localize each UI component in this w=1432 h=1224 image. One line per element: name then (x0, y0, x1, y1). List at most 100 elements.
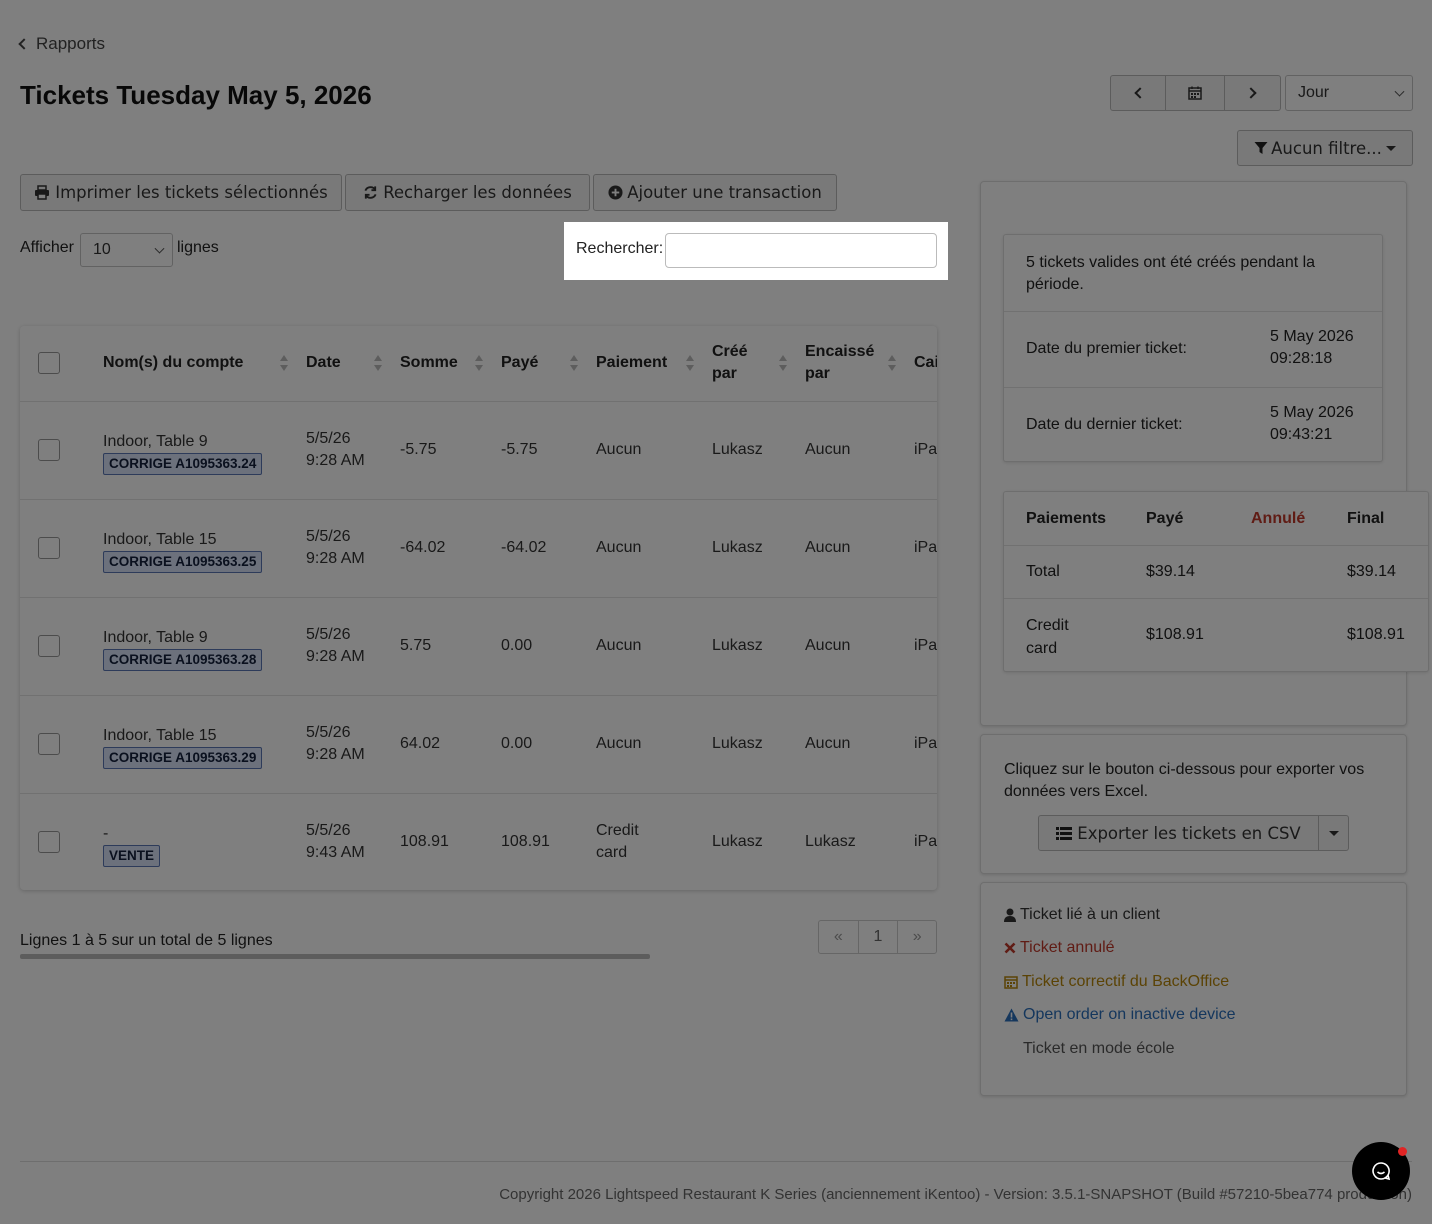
column-header-payment[interactable]: Paiement (586, 326, 702, 401)
ticket-cashed-by: Aucun (795, 498, 904, 597)
calendar-icon (1188, 86, 1202, 100)
legend-inactive-device: Open order on inactive device (1004, 1006, 1236, 1024)
column-header-amount[interactable]: Somme (390, 326, 491, 401)
ticket-register: iPad (904, 792, 937, 890)
calendar-button[interactable] (1165, 75, 1225, 111)
pagination-page-1[interactable]: 1 (859, 921, 899, 953)
print-selected-button[interactable]: Imprimer les tickets sélectionnés (20, 174, 342, 211)
ticket-amount: 5.75 (390, 596, 491, 695)
table-row[interactable]: Indoor, Table 15 CORRIGE A1095363.29 5/5/… (20, 694, 937, 793)
select-all-cell (20, 326, 93, 401)
row-checkbox[interactable] (38, 733, 60, 755)
add-transaction-label: Ajouter une transaction (627, 183, 822, 202)
footer-copyright: Copyright 2026 Lightspeed Restaurant K S… (499, 1186, 1412, 1203)
table-row[interactable]: Indoor, Table 9 CORRIGE A1095363.28 5/5/2… (20, 596, 937, 695)
row-checkbox[interactable] (38, 635, 60, 657)
summary-intro: 5 tickets valides ont été créés pendant … (1026, 254, 1316, 293)
add-transaction-button[interactable]: Ajouter une transaction (593, 174, 837, 211)
sort-icon (570, 355, 578, 372)
column-header-register[interactable]: Caisse (904, 326, 937, 401)
caret-down-icon (1385, 145, 1396, 151)
reload-data-button[interactable]: Recharger les données (345, 174, 590, 211)
filter-label: Aucun filtre... (1271, 138, 1382, 158)
column-header-cashed-by[interactable]: Encaissé par (795, 326, 904, 401)
payments-total-row: Total $39.14 $39.14 (1004, 545, 1428, 598)
column-header-account[interactable]: Nom(s) du compte (93, 326, 296, 401)
next-day-button[interactable] (1224, 75, 1281, 111)
ticket-summary-card: 5 tickets valides ont été créés pendant … (1003, 234, 1383, 462)
column-header-date[interactable]: Date (296, 326, 390, 401)
period-select-value: Jour (1298, 84, 1330, 101)
sort-icon (686, 355, 694, 372)
sort-icon (280, 355, 288, 372)
chat-launcher-button[interactable] (1352, 1142, 1410, 1200)
sort-icon (374, 355, 382, 372)
ticket-date: 5/5/26 9:28 AM (306, 528, 365, 567)
ticket-amount: -5.75 (390, 400, 491, 499)
row-checkbox[interactable] (38, 537, 60, 559)
payments-credit-card-final: $108.91 (1347, 626, 1405, 643)
period-select[interactable]: Jour (1285, 75, 1413, 111)
horizontal-scrollbar[interactable] (20, 954, 650, 959)
export-csv-button[interactable]: Exporter les tickets en CSV (1038, 815, 1319, 851)
ticket-register: iPad (904, 400, 937, 499)
plus-circle-icon (608, 185, 623, 200)
payments-header-label: Paiements (1026, 510, 1107, 527)
ticket-created-by: Lukasz (702, 498, 795, 597)
ticket-paid: 108.91 (491, 792, 586, 890)
ticket-cashed-by: Aucun (795, 694, 904, 793)
export-options-toggle[interactable] (1318, 815, 1349, 851)
pagination-next[interactable]: » (898, 921, 936, 953)
ticket-date: 5/5/26 9:28 AM (306, 430, 365, 469)
ticket-payment: Credit card (596, 822, 639, 862)
account-name: Indoor, Table 9 (103, 433, 208, 450)
page-title: Tickets Tuesday May 5, 2026 (20, 80, 372, 110)
search-input[interactable] (665, 233, 937, 268)
first-ticket-label: Date du premier ticket: (1026, 340, 1187, 357)
export-csv-label: Exporter les tickets en CSV (1077, 823, 1301, 843)
legend-backoffice: Ticket correctif du BackOffice (1004, 973, 1229, 991)
ticket-date: 5/5/26 9:28 AM (306, 724, 365, 763)
select-all-checkbox[interactable] (38, 352, 60, 375)
length-prefix: Afficher (20, 239, 74, 256)
chevron-down-icon (1394, 86, 1405, 97)
sort-icon (779, 355, 787, 372)
warning-icon (1004, 1008, 1019, 1022)
chevron-left-icon (1134, 87, 1146, 99)
rows-per-page-select[interactable]: 10 (80, 233, 173, 267)
first-ticket-date: 5 May 2026 (1270, 328, 1354, 345)
table-header-row: Nom(s) du compte Date Somme Payé Paiemen… (20, 326, 937, 401)
ticket-date: 5/5/26 9:43 AM (306, 822, 365, 862)
table-row[interactable]: Indoor, Table 9 CORRIGE A1095363.24 5/5/2… (20, 400, 937, 499)
table-row[interactable]: Indoor, Table 15 CORRIGE A1095363.25 5/5/… (20, 498, 937, 597)
ticket-amount: 108.91 (390, 792, 491, 890)
column-header-paid[interactable]: Payé (491, 326, 586, 401)
column-header-created-by[interactable]: Créé par (702, 326, 795, 401)
previous-day-button[interactable] (1110, 75, 1166, 111)
times-icon (1004, 942, 1016, 954)
calendar-icon (1004, 976, 1018, 989)
refresh-icon (364, 186, 377, 199)
back-link-rapports[interactable]: Rapports (18, 34, 105, 54)
ticket-paid: 0.00 (491, 596, 586, 695)
table-row[interactable]: - VENTE 5/5/26 9:43 AM 108.91 108.91 Cred… (20, 792, 937, 890)
ticket-amount: 64.02 (390, 694, 491, 793)
chevron-down-icon (154, 243, 165, 254)
ticket-paid: 0.00 (491, 694, 586, 793)
back-link-label: Rapports (36, 34, 105, 53)
caret-down-icon (1328, 830, 1339, 836)
row-checkbox[interactable] (38, 831, 60, 854)
reload-data-label: Recharger les données (383, 183, 572, 202)
footer-divider (20, 1161, 1412, 1162)
filter-icon (1254, 142, 1268, 154)
ticket-created-by: Lukasz (702, 694, 795, 793)
filter-dropdown-button[interactable]: Aucun filtre... (1237, 130, 1413, 166)
pagination-prev[interactable]: « (819, 921, 859, 953)
ticket-payment: Aucun (586, 596, 702, 695)
ticket-cashed-by: Aucun (795, 400, 904, 499)
ticket-created-by: Lukasz (702, 792, 795, 890)
row-checkbox[interactable] (38, 439, 60, 461)
legend-school-mode: Ticket en mode école (1023, 1040, 1175, 1057)
legend-client: Ticket lié à un client (1004, 906, 1160, 924)
last-ticket-date: 5 May 2026 (1270, 404, 1354, 421)
